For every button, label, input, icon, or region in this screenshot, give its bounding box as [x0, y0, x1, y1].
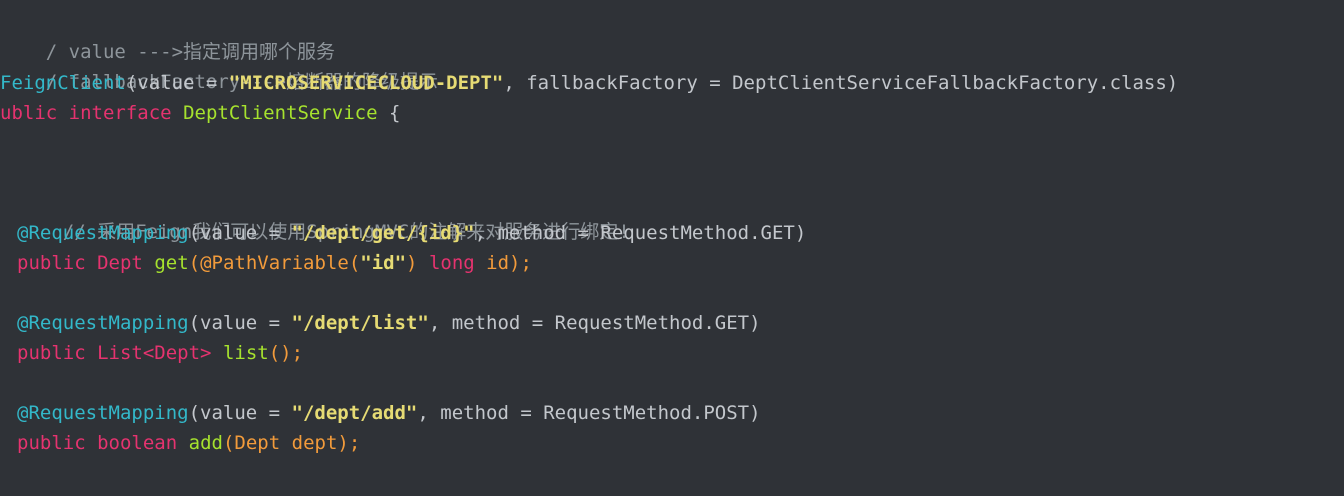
string-token: "/dept/list" [291, 312, 429, 334]
plain-token: , method = RequestMethod.POST) [417, 402, 761, 424]
string-token: "MICROSERVICECLOUD-DEPT" [228, 72, 504, 94]
code-line-mapping-list: @RequestMapping(value = "/dept/list", me… [0, 308, 761, 338]
code-line-1: / value --->指定调用哪个服务 [0, 7, 335, 63]
code-line-4: ublic interface DeptClientService { [0, 98, 400, 128]
plain-token: , fallbackFactory = DeptClientServiceFal… [503, 72, 1179, 94]
annotation-token: @RequestMapping [17, 402, 189, 424]
type-token: long [428, 252, 475, 274]
annotation-token: FeignClient [0, 72, 126, 94]
type-token: List<Dept> [97, 342, 212, 364]
class-name-token: DeptClientService [183, 102, 378, 124]
paren-token: ) [406, 252, 418, 274]
paren-token: ( [268, 342, 281, 364]
paren-token: ( [188, 252, 201, 274]
keyword-token: ublic [0, 102, 58, 124]
paren-token: ); [509, 252, 532, 274]
string-token: "/dept/get/{id}" [291, 222, 475, 244]
plain-token: , method = RequestMethod.GET) [428, 312, 761, 334]
method-name-token: add [188, 432, 223, 454]
plain-token: { [377, 102, 401, 124]
plain-token: (value = [188, 402, 292, 424]
type-token: Dept [97, 252, 143, 274]
code-line-2: / fallbackFactory--->熔断器的降级提示 [0, 37, 438, 93]
keyword-token: public [17, 252, 86, 274]
paren-token: ); [280, 342, 304, 364]
method-name-token: list [222, 342, 269, 364]
parameter-token: dept [291, 432, 338, 454]
code-line-method-list: public List<Dept> list(); [0, 338, 303, 368]
keyword-token: public [17, 432, 86, 454]
keyword-token: interface [68, 102, 172, 124]
code-line-comment: // 采用Feign我们可以使用SpringMVC的注解来对服务进行绑定! [0, 187, 630, 243]
code-editor[interactable]: / value --->指定调用哪个服务 / fallbackFactory--… [0, 0, 1344, 496]
type-token: Dept [234, 432, 281, 454]
keyword-token: public [17, 342, 86, 364]
parameter-token: id [486, 252, 510, 274]
paren-token: ); [337, 432, 361, 454]
code-line-method-get: public Dept get(@PathVariable("id") long… [0, 248, 532, 278]
type-token: boolean [97, 432, 178, 454]
annotation-token: @PathVariable [200, 252, 349, 274]
plain-token: , method = RequestMethod.GET) [474, 222, 807, 244]
string-token: "id" [360, 252, 407, 274]
code-line-3: FeignClient(value = "MICROSERVICECLOUD-D… [0, 68, 1178, 98]
annotation-token: @RequestMapping [17, 312, 189, 334]
paren-token: ( [348, 252, 361, 274]
annotation-token: @RequestMapping [17, 222, 189, 244]
string-token: "/dept/add" [291, 402, 418, 424]
method-name-token: get [154, 252, 189, 274]
code-line-mapping-get: @RequestMapping(value = "/dept/get/{id}"… [0, 218, 806, 248]
code-line-mapping-add: @RequestMapping(value = "/dept/add", met… [0, 398, 761, 428]
code-line-method-add: public boolean add(Dept dept); [0, 428, 360, 458]
plain-token: (value = [125, 72, 229, 94]
paren-token: ( [222, 432, 235, 454]
plain-token: (value = [188, 312, 292, 334]
plain-token: (value = [188, 222, 292, 244]
